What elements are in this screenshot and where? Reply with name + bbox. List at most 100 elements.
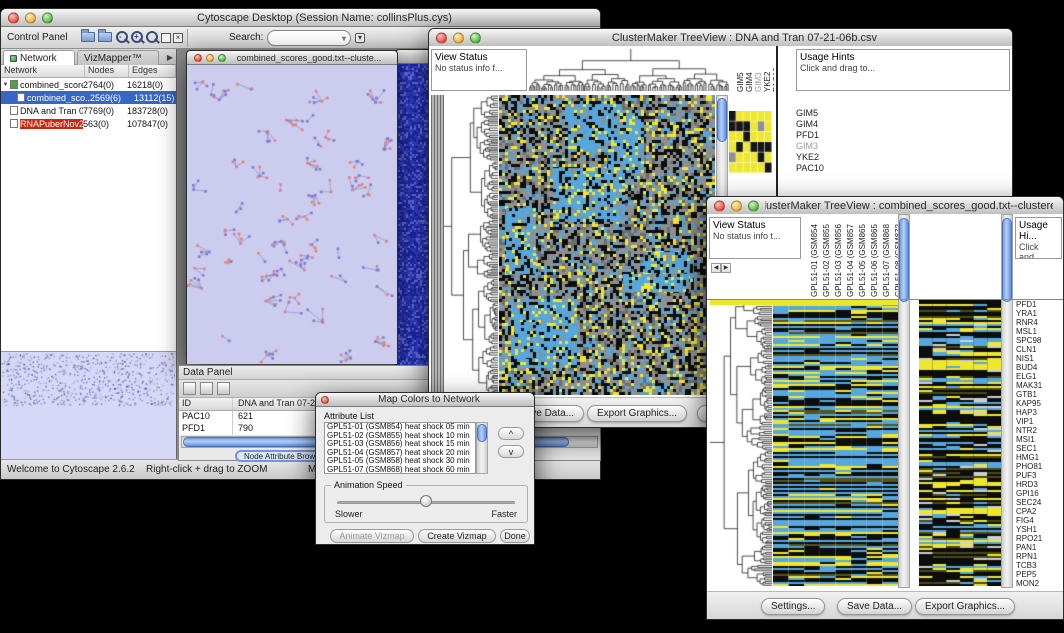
create-vizmap-button[interactable]: Create Vizmap bbox=[418, 529, 496, 543]
gene-label[interactable]: GTB1 bbox=[1016, 390, 1063, 399]
gene-label[interactable]: MSL1 bbox=[1016, 327, 1063, 336]
settings-button[interactable]: Settings... bbox=[761, 598, 825, 615]
gene-label[interactable]: MSI1 bbox=[1016, 435, 1063, 444]
search-options-icon[interactable]: ▾ bbox=[355, 33, 365, 43]
gene-label[interactable]: HAP3 bbox=[1016, 408, 1063, 417]
attribute-option[interactable]: GPL51-07 (GSM868) heat shock 60 min bbox=[325, 466, 475, 475]
gene-label[interactable]: CLN1 bbox=[1016, 345, 1063, 354]
heatmap-canvas-secondary[interactable] bbox=[919, 300, 1001, 586]
move-down-button[interactable]: v bbox=[498, 445, 524, 458]
row-dendrogram-canvas[interactable] bbox=[710, 300, 772, 586]
gene-label[interactable]: PFD1 bbox=[1016, 300, 1063, 309]
gene-label[interactable]: HRD3 bbox=[1016, 480, 1063, 489]
zoom-heatmap-canvas[interactable] bbox=[729, 111, 772, 173]
scroll-right-icon[interactable]: ▶ bbox=[721, 263, 731, 273]
gene-label[interactable]: PAC10 bbox=[796, 163, 860, 174]
attribute-option[interactable]: GPL51-02 (GSM855) heat shock 10 min bbox=[325, 432, 475, 441]
minimize-button[interactable] bbox=[453, 32, 464, 43]
zoom-button[interactable] bbox=[748, 200, 759, 211]
col-edges[interactable]: Edges bbox=[129, 65, 176, 77]
gene-label[interactable]: SEC1 bbox=[1016, 444, 1063, 453]
select-attributes-icon[interactable] bbox=[183, 382, 196, 395]
gene-label[interactable]: SPC98 bbox=[1016, 336, 1063, 345]
attribute-option[interactable]: GPL51-01 (GSM854) heat shock 05 min bbox=[325, 423, 475, 432]
scrollbar-thumb[interactable] bbox=[717, 98, 727, 142]
gene-label[interactable]: GIM4 bbox=[796, 119, 860, 130]
delete-attribute-icon[interactable] bbox=[217, 382, 230, 395]
gene-label[interactable]: GPI16 bbox=[1016, 489, 1063, 498]
scroll-left-icon[interactable]: ◀ bbox=[711, 263, 721, 273]
zoom-in-icon[interactable]: + bbox=[130, 30, 145, 45]
gene-label[interactable]: GIM5 bbox=[796, 108, 860, 119]
export-graphics-button[interactable]: Export Graphics... bbox=[587, 405, 687, 422]
scrollbar-thumb[interactable] bbox=[899, 218, 909, 302]
gene-label[interactable]: YSH1 bbox=[1016, 525, 1063, 534]
overview-thumbnail-canvas[interactable] bbox=[1, 353, 175, 459]
zoom-fit-icon[interactable] bbox=[145, 30, 160, 45]
gene-label[interactable]: PAN1 bbox=[1016, 543, 1063, 552]
vertical-scrollbar[interactable] bbox=[898, 214, 910, 588]
minimize-button[interactable] bbox=[25, 12, 36, 23]
gene-label[interactable]: PEP5 bbox=[1016, 570, 1063, 579]
titlebar[interactable]: combined_scores_good.txt--cluste... bbox=[187, 51, 397, 65]
gene-label[interactable]: ELG1 bbox=[1016, 372, 1063, 381]
tab-vizmapper[interactable]: VizMapper™ bbox=[77, 50, 159, 65]
gene-label[interactable]: SEC24 bbox=[1016, 498, 1063, 507]
col-network[interactable]: Network bbox=[1, 65, 85, 77]
titlebar[interactable]: ClusterMaker TreeView : DNA and Tran 07-… bbox=[429, 29, 1012, 47]
gene-label[interactable]: GIM3 bbox=[796, 141, 860, 152]
close-button[interactable] bbox=[194, 54, 202, 62]
close-button[interactable] bbox=[8, 12, 19, 23]
scrollbar-thumb[interactable] bbox=[477, 424, 487, 442]
titlebar[interactable]: ClusterMaker TreeView : combined_scores_… bbox=[707, 197, 1063, 215]
gene-label[interactable]: VIP1 bbox=[1016, 417, 1063, 426]
network-list-row[interactable]: RNAPuberNov2...563(0)107847(0) bbox=[1, 117, 176, 130]
gene-label[interactable]: RNR4 bbox=[1016, 318, 1063, 327]
zoom-button[interactable] bbox=[42, 12, 53, 23]
close-button[interactable] bbox=[321, 396, 329, 404]
vertical-scrollbar[interactable] bbox=[1001, 214, 1013, 588]
vertical-scrollbar[interactable] bbox=[476, 422, 488, 474]
zoom-button[interactable] bbox=[470, 32, 481, 43]
network-list-row[interactable]: combined_sco...2569(6)13112(15) bbox=[1, 91, 176, 104]
titlebar[interactable]: Map Colors to Network bbox=[316, 393, 534, 407]
gene-label[interactable]: MAK31 bbox=[1016, 381, 1063, 390]
row-dendrogram-canvas[interactable] bbox=[444, 95, 498, 395]
gene-label[interactable]: PHO81 bbox=[1016, 462, 1063, 471]
open-file-icon[interactable] bbox=[81, 32, 95, 42]
gene-label[interactable]: TCB3 bbox=[1016, 561, 1063, 570]
heatmap-canvas[interactable] bbox=[499, 95, 715, 395]
create-attribute-icon[interactable] bbox=[200, 382, 213, 395]
gene-label[interactable]: KAP95 bbox=[1016, 399, 1063, 408]
network-list-row[interactable]: DNA and Tran 07...7769(0)183728(0) bbox=[1, 104, 176, 117]
zoom-out-icon[interactable]: - bbox=[115, 30, 130, 45]
gene-label[interactable]: NTR2 bbox=[1016, 426, 1063, 435]
close-button[interactable] bbox=[436, 32, 447, 43]
scrollbar-thumb[interactable] bbox=[1002, 218, 1012, 302]
search-input[interactable]: ▾ bbox=[267, 30, 351, 46]
col-id[interactable]: ID bbox=[179, 398, 233, 410]
gene-label[interactable]: RPN1 bbox=[1016, 552, 1063, 561]
tree-expander-icon[interactable]: ▼ bbox=[1, 82, 10, 88]
save-data-button[interactable]: Save Data... bbox=[837, 598, 912, 615]
gene-label[interactable]: FIG4 bbox=[1016, 516, 1063, 525]
tab-network[interactable]: Network bbox=[3, 50, 75, 65]
attribute-option[interactable]: GPL51-04 (GSM857) heat shock 20 min bbox=[325, 449, 475, 458]
gene-label[interactable]: NIS1 bbox=[1016, 354, 1063, 363]
chevron-down-icon[interactable]: ▾ bbox=[342, 34, 346, 43]
gene-label[interactable]: RPO21 bbox=[1016, 534, 1063, 543]
attribute-option[interactable]: GPL51-05 (GSM858) heat shock 30 min bbox=[325, 457, 475, 466]
titlebar[interactable]: Cytoscape Desktop (Session Name: collins… bbox=[1, 9, 600, 27]
speed-slider-thumb[interactable] bbox=[420, 495, 432, 507]
gene-label[interactable]: CPA2 bbox=[1016, 507, 1063, 516]
tab-overflow-icon[interactable]: ▶ bbox=[167, 53, 173, 62]
done-button[interactable]: Done bbox=[500, 529, 530, 543]
minimize-button[interactable] bbox=[206, 54, 214, 62]
gene-label[interactable]: HMG1 bbox=[1016, 453, 1063, 462]
gene-label[interactable]: PFD1 bbox=[796, 130, 860, 141]
gene-label[interactable]: YKE2 bbox=[796, 152, 860, 163]
heatmap-canvas-main[interactable] bbox=[773, 300, 898, 586]
import-icon[interactable] bbox=[98, 32, 112, 42]
gene-label[interactable]: BUD4 bbox=[1016, 363, 1063, 372]
close-panel-icon[interactable]: × bbox=[173, 33, 183, 43]
